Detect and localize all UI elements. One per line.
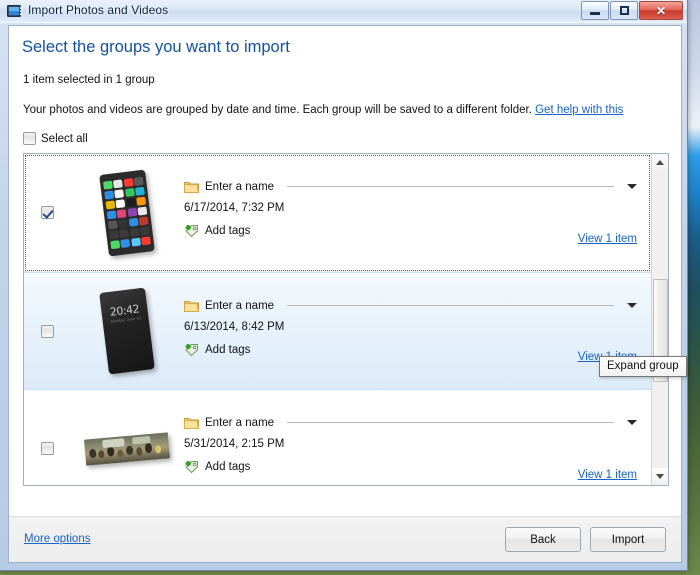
close-button[interactable]: ✕	[639, 1, 683, 20]
select-all-row[interactable]: Select all	[23, 132, 88, 145]
app-grid	[103, 176, 151, 249]
folder-icon	[184, 301, 199, 312]
tooltip: Expand group	[599, 356, 687, 377]
group-name-placeholder: Enter a name	[205, 416, 275, 429]
group-name-row[interactable]: Enter a name	[184, 416, 651, 429]
list-scrollbar[interactable]	[651, 154, 668, 485]
close-icon: ✕	[655, 3, 667, 18]
group-date: 5/31/2014, 2:15 PM	[184, 438, 285, 450]
add-tags-label: Add tags	[205, 461, 251, 473]
landscape-crowd-photo-thumb	[84, 431, 170, 466]
description-sentence: Your photos and videos are grouped by da…	[23, 104, 532, 116]
selection-status: 1 item selected in 1 group	[23, 74, 155, 86]
folder-icon	[184, 418, 199, 429]
scroll-down-button[interactable]	[652, 468, 668, 485]
groups-list: Enter a name 6/17/2014, 7:32 PM Add tags…	[24, 154, 651, 485]
group-thumbnail[interactable]	[70, 154, 184, 271]
group-checkbox-cell	[24, 390, 70, 485]
expand-group-caret-icon[interactable]	[627, 420, 637, 425]
group-info: Enter a name 5/31/2014, 2:15 PM Add tags…	[184, 390, 651, 485]
group-row[interactable]: Enter a name 6/17/2014, 7:32 PM Add tags…	[24, 154, 651, 272]
maximize-icon	[619, 6, 629, 15]
scroll-up-button[interactable]	[652, 154, 668, 171]
group-checkbox[interactable]	[40, 206, 54, 219]
title-bar: Import Photos and Videos ✕	[0, 0, 687, 23]
group-info: Enter a name 6/17/2014, 7:32 PM Add tags…	[184, 154, 651, 271]
import-photos-icon	[7, 5, 23, 17]
tag-icon	[185, 344, 198, 357]
group-name-row[interactable]: Enter a name	[184, 299, 651, 312]
group-checkbox-cell	[24, 154, 70, 271]
phone-dark-lockscreen-thumb: 20:42 Monday, June 13	[99, 287, 155, 375]
dialog-client-area: Select the groups you want to import 1 i…	[8, 25, 687, 563]
folder-icon	[184, 182, 199, 193]
maximize-button[interactable]	[610, 1, 638, 20]
page-title: Select the groups you want to import	[22, 38, 290, 56]
more-options-link[interactable]: More options	[24, 533, 90, 545]
get-help-link[interactable]: Get help with this	[535, 104, 623, 116]
add-tags-label: Add tags	[205, 225, 251, 237]
group-row[interactable]: 20:42 Monday, June 13 Enter a name 6/13/…	[24, 272, 651, 390]
group-checkbox[interactable]	[40, 442, 54, 455]
group-date: 6/17/2014, 7:32 PM	[184, 202, 285, 214]
group-info: Enter a name 6/13/2014, 8:42 PM Add tags…	[184, 273, 651, 389]
view-items-link[interactable]: View 1 item	[578, 233, 637, 245]
group-thumbnail[interactable]	[70, 390, 184, 485]
window-controls: ✕	[581, 1, 683, 20]
group-row[interactable]: Enter a name 5/31/2014, 2:15 PM Add tags…	[24, 390, 651, 485]
name-underline	[287, 305, 614, 306]
dialog-footer: More options Back Import	[9, 516, 681, 562]
tag-icon	[185, 225, 198, 238]
group-name-placeholder: Enter a name	[205, 180, 275, 193]
group-checkbox[interactable]	[40, 324, 54, 338]
expand-group-caret-icon[interactable]	[627, 303, 637, 308]
footer-buttons: Back Import	[505, 527, 666, 552]
group-date: 6/13/2014, 8:42 PM	[184, 321, 285, 333]
group-checkbox-cell	[24, 273, 70, 389]
chevron-down-icon	[656, 474, 664, 479]
minimize-icon	[590, 12, 600, 15]
select-all-checkbox[interactable]	[23, 132, 36, 145]
import-photos-window: Import Photos and Videos ✕ Select the gr…	[0, 0, 688, 571]
group-name-placeholder: Enter a name	[205, 299, 275, 312]
minimize-button[interactable]	[581, 1, 609, 20]
groups-list-panel: Enter a name 6/17/2014, 7:32 PM Add tags…	[23, 153, 669, 486]
tag-icon	[185, 461, 198, 474]
back-button[interactable]: Back	[505, 527, 581, 552]
chevron-up-icon	[656, 160, 664, 165]
add-tags-label: Add tags	[205, 344, 251, 356]
name-underline	[287, 422, 614, 423]
select-all-label: Select all	[41, 132, 88, 145]
group-thumbnail[interactable]: 20:42 Monday, June 13	[70, 273, 184, 389]
import-button[interactable]: Import	[590, 527, 666, 552]
phone-colorful-home-screen-thumb	[99, 169, 155, 256]
window-title: Import Photos and Videos	[28, 3, 169, 17]
photo-detail	[84, 432, 170, 465]
description-text: Your photos and videos are grouped by da…	[23, 104, 623, 116]
expand-group-caret-icon[interactable]	[627, 184, 637, 189]
view-items-link[interactable]: View 1 item	[578, 469, 637, 481]
name-underline	[287, 186, 614, 187]
group-name-row[interactable]: Enter a name	[184, 180, 651, 193]
